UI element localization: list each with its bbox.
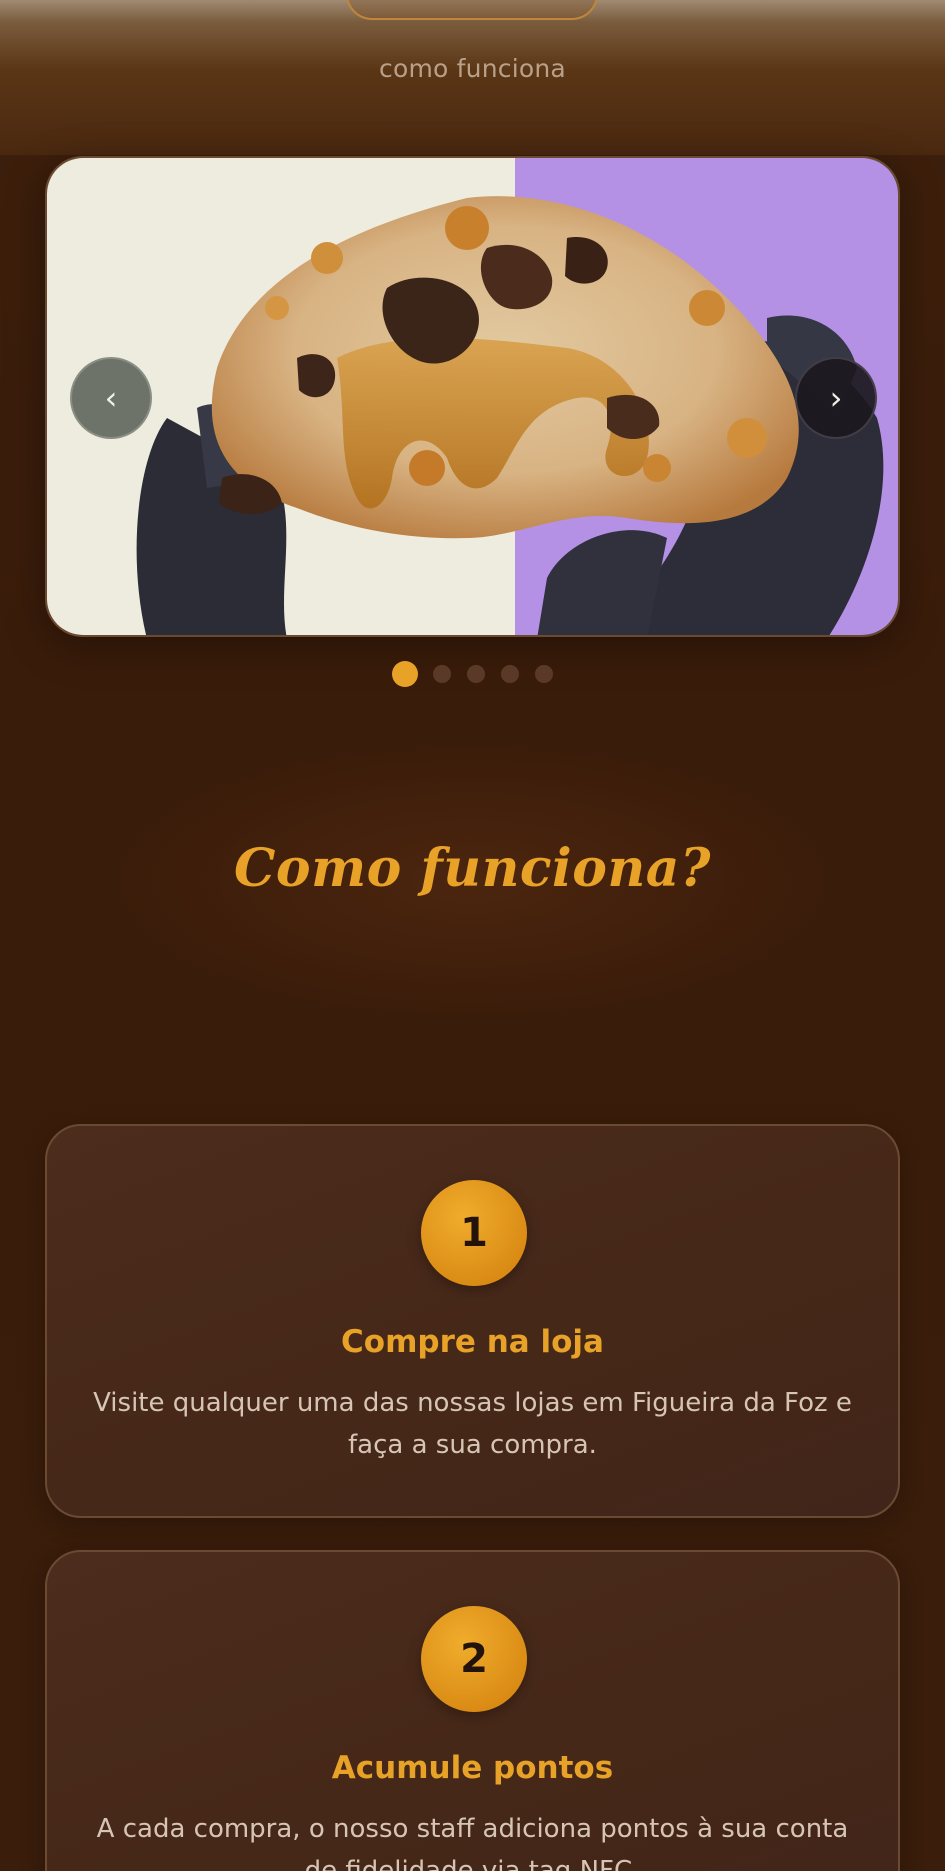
carousel-dot-5[interactable] <box>534 665 553 683</box>
carousel-indicators <box>0 661 945 687</box>
carousel-prev-button[interactable]: ‹ <box>70 357 152 439</box>
cookie-photo <box>47 158 898 635</box>
carousel-dot-3[interactable] <box>466 665 485 683</box>
header-band: como funciona <box>0 0 945 155</box>
carousel-dot-1[interactable] <box>391 661 418 687</box>
step-title: Compre na loja <box>341 1324 604 1360</box>
section-title: Como funciona? <box>234 838 711 899</box>
header-button[interactable] <box>346 0 598 20</box>
step-number-badge: 2 <box>421 1606 527 1712</box>
step-card: 1 Compre na loja Visite qualquer uma das… <box>45 1124 900 1518</box>
carousel-next-button[interactable]: › <box>795 357 877 439</box>
page: como funciona ‹ › Como funciona? 1 Compr… <box>0 0 945 1871</box>
carousel-dot-4[interactable] <box>500 665 519 683</box>
step-description: A cada compra, o nosso staff adiciona po… <box>96 1814 849 1871</box>
step-description: Visite qualquer uma das nossas lojas em … <box>93 1388 852 1460</box>
chevron-left-icon: ‹ <box>104 379 118 417</box>
chevron-right-icon: › <box>829 379 843 417</box>
image-carousel[interactable]: ‹ › <box>45 156 900 637</box>
carousel-dot-2[interactable] <box>432 665 451 683</box>
step-title: Acumule pontos <box>331 1750 614 1786</box>
step-card: 2 Acumule pontos A cada compra, o nosso … <box>45 1550 900 1871</box>
step-number-badge: 1 <box>421 1180 527 1286</box>
how-it-works-link[interactable]: como funciona <box>0 54 945 83</box>
